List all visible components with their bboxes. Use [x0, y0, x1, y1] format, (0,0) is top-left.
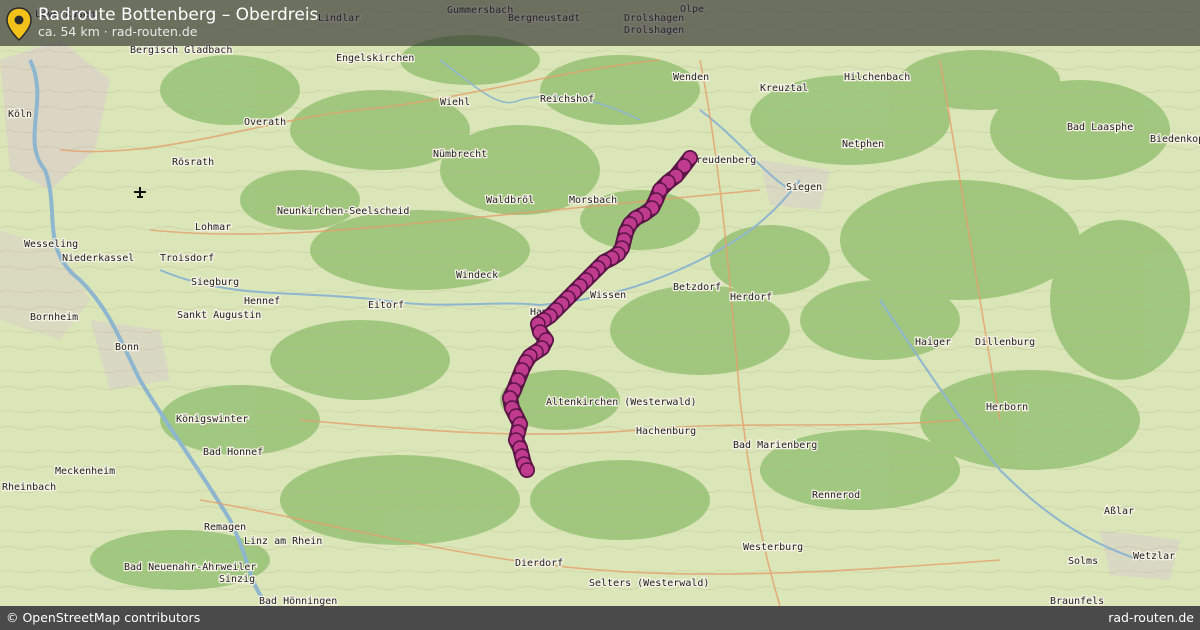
place-label-altenkirchen: Altenkirchen (Westerwald)	[546, 397, 697, 408]
place-label-bonn: Bonn	[115, 342, 139, 353]
place-label-westerburg: Westerburg	[743, 542, 803, 553]
place-label-bergischgladbach: Bergisch Gladbach	[130, 45, 232, 56]
place-label-koenigswinter: Königswinter	[176, 414, 248, 425]
place-label-sanktaugustin: Sankt Augustin	[177, 310, 261, 321]
place-label-reichshof: Reichshof	[540, 94, 594, 105]
place-label-badlaasphe: Bad Laasphe	[1067, 122, 1133, 133]
place-label-remagen: Remagen	[204, 522, 246, 533]
footer-bar: © OpenStreetMap contributors rad-routen.…	[0, 606, 1200, 630]
route-title: Radroute Bottenberg – Oberdreis	[38, 5, 319, 25]
route-waypoint[interactable]	[519, 462, 535, 478]
place-label-betzdorf: Betzdorf	[673, 282, 721, 293]
place-label-overath: Overath	[244, 117, 286, 128]
place-label-badmarienberg: Bad Marienberg	[733, 440, 817, 451]
place-label-nuembrecht: Nümbrecht	[433, 149, 487, 160]
place-label-herborn: Herborn	[986, 402, 1028, 413]
place-label-waldbroel: Waldbröl	[486, 195, 534, 206]
place-label-neunkirchen: Neunkirchen-Seelscheid	[277, 206, 409, 217]
place-label-engelskirchen: Engelskirchen	[336, 53, 414, 64]
place-label-biedenkopf: Biedenkopf	[1150, 134, 1200, 145]
place-label-meckenheim: Meckenheim	[55, 466, 115, 477]
header-bar: Radroute Bottenberg – Oberdreis ca. 54 k…	[0, 0, 1200, 46]
place-label-dillenburg: Dillenburg	[975, 337, 1035, 348]
place-label-linz: Linz am Rhein	[244, 536, 322, 547]
place-label-asslar: Aßlar	[1104, 506, 1134, 517]
place-label-herdorf: Herdorf	[730, 292, 772, 303]
place-label-roesrath: Rösrath	[172, 157, 214, 168]
place-label-dierdorf: Dierdorf	[515, 558, 563, 569]
location-pin-icon	[6, 7, 32, 41]
place-label-morsbach: Morsbach	[569, 195, 617, 206]
place-label-wesseling: Wesseling	[24, 239, 78, 250]
map-background	[0, 0, 1200, 606]
place-label-hennef: Hennef	[244, 296, 280, 307]
place-label-selters: Selters (Westerwald)	[589, 578, 709, 589]
place-label-eitorf: Eitorf	[368, 300, 404, 311]
place-label-windeck: Windeck	[456, 270, 498, 281]
place-label-kreuztal: Kreuztal	[760, 83, 808, 94]
place-label-siegen: Siegen	[786, 182, 822, 193]
place-label-sinzig: Sinzig	[219, 574, 255, 585]
place-label-netphen: Netphen	[842, 139, 884, 150]
place-label-niederkassel: Niederkassel	[62, 253, 134, 264]
place-label-freudenberg: Freudenberg	[690, 155, 756, 166]
place-label-badhonnef: Bad Honnef	[203, 447, 263, 458]
place-label-wiehl: Wiehl	[440, 97, 470, 108]
place-label-badhoenningen: Bad Hönningen	[259, 596, 337, 606]
place-label-rheinbach: Rheinbach	[2, 482, 56, 493]
place-label-wetzlar: Wetzlar	[1133, 551, 1175, 562]
brand-label: rad-routen.de	[1108, 610, 1194, 625]
place-label-braunfels: Braunfels	[1050, 596, 1104, 606]
place-label-hilchenbach: Hilchenbach	[844, 72, 910, 83]
place-label-hachenburg: Hachenburg	[636, 426, 696, 437]
place-label-koeln: Köln	[8, 109, 32, 120]
place-label-badneuenahr: Bad Neuenahr-Ahrweiler	[124, 562, 256, 573]
place-label-siegburg: Siegburg	[191, 277, 239, 288]
map[interactable]: LeverkusenLindlarGummersbachBergneustadt…	[0, 0, 1200, 606]
place-label-lohmar: Lohmar	[195, 222, 231, 233]
place-label-troisdorf: Troisdorf	[160, 253, 214, 264]
attribution-link[interactable]: © OpenStreetMap contributors	[6, 610, 200, 625]
place-label-wissen: Wissen	[590, 290, 626, 301]
place-label-rennerod: Rennerod	[812, 490, 860, 501]
route-subtitle: ca. 54 km · rad-routen.de	[38, 24, 198, 39]
place-label-haiger: Haiger	[915, 337, 951, 348]
place-label-solms: Solms	[1068, 556, 1098, 567]
place-label-wenden: Wenden	[673, 72, 709, 83]
place-label-bornheim: Bornheim	[30, 312, 78, 323]
